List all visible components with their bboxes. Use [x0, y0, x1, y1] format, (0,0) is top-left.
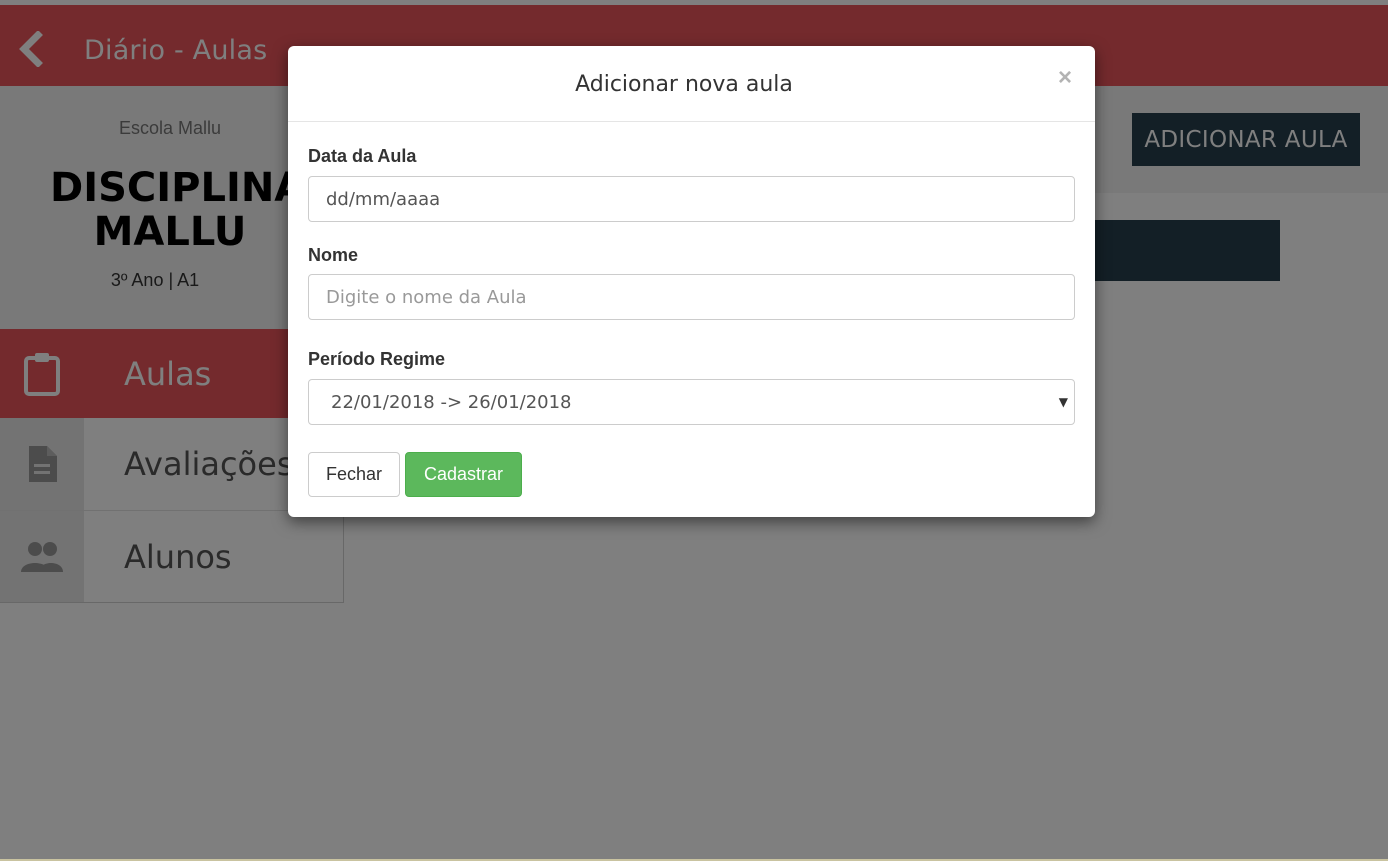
modal-header: Adicionar nova aula × [288, 46, 1095, 122]
save-button[interactable]: Cadastrar [405, 452, 522, 497]
name-field[interactable]: Digite o nome da Aula [308, 274, 1075, 320]
name-label: Nome [308, 245, 359, 265]
modal-title: Adicionar nova aula [575, 72, 793, 97]
period-select-value: 22/01/2018 -> 26/01/2018 [331, 391, 572, 413]
add-class-modal: Adicionar nova aula × Data da Aula dd/mm… [288, 46, 1095, 517]
caret-down-icon: ▼ [1058, 395, 1068, 409]
name-field-placeholder: Digite o nome da Aula [326, 286, 527, 308]
date-label: Data da Aula [308, 146, 417, 166]
date-field[interactable]: dd/mm/aaaa [308, 176, 1075, 222]
close-button[interactable]: Fechar [308, 452, 400, 497]
period-select[interactable]: 22/01/2018 -> 26/01/2018 ▼ [308, 379, 1075, 425]
date-field-value: dd/mm/aaaa [326, 188, 441, 210]
period-label: Período Regime [308, 349, 446, 369]
page: Diário - Aulas Escola Mallu DISCIPLINA M… [0, 0, 1388, 861]
close-icon[interactable]: × [1055, 66, 1075, 90]
